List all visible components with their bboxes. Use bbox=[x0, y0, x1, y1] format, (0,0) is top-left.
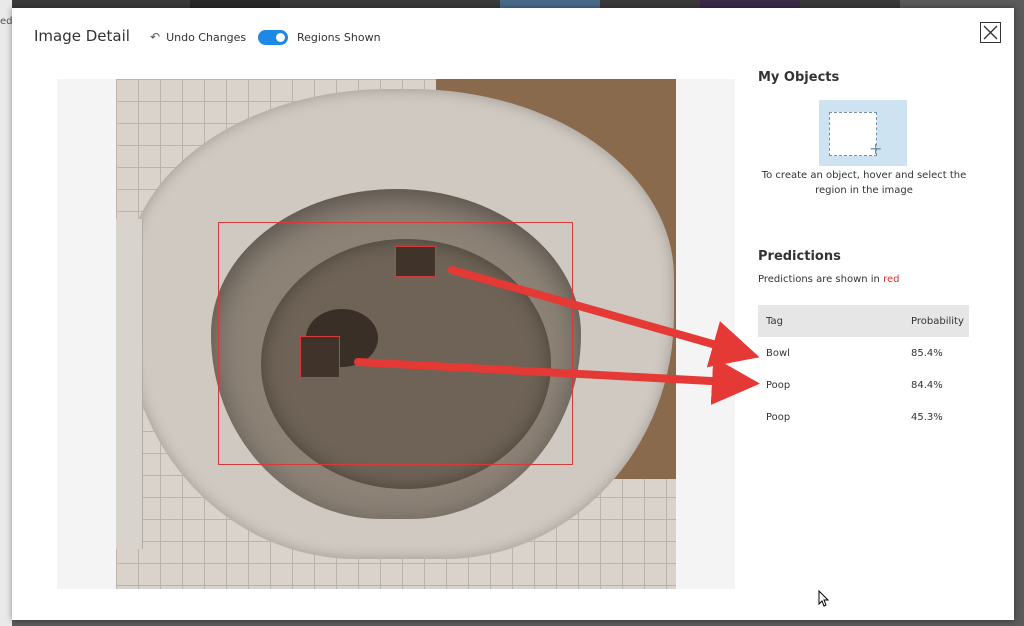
background-text: ed bbox=[0, 16, 13, 27]
tag-cell: Bowl bbox=[766, 347, 790, 359]
table-row[interactable]: Poop 45.3% bbox=[758, 401, 969, 433]
predictions-note-color: red bbox=[883, 274, 900, 285]
column-header-tag[interactable]: Tag bbox=[758, 305, 911, 337]
tag-cell: Poop bbox=[766, 379, 791, 391]
regions-shown-toggle-group: Regions Shown bbox=[258, 30, 381, 45]
create-object-button[interactable]: + bbox=[819, 100, 907, 166]
table-header-row: Tag Probability bbox=[758, 305, 969, 337]
probability-cell: 85.4% bbox=[911, 347, 943, 359]
probability-cell: 84.4% bbox=[911, 379, 943, 391]
tag-cell: Poop bbox=[766, 411, 791, 423]
create-object-hint: To create an object, hover and select th… bbox=[761, 170, 967, 196]
regions-shown-toggle[interactable] bbox=[258, 30, 288, 45]
regions-shown-label: Regions Shown bbox=[297, 31, 381, 44]
undo-changes-label: Undo Changes bbox=[166, 30, 247, 44]
image-viewer bbox=[57, 79, 735, 589]
prediction-region-poop-1[interactable] bbox=[395, 246, 436, 277]
undo-changes-button[interactable]: ↶ Undo Changes bbox=[150, 30, 246, 44]
image-detail-modal: Image Detail ↶ Undo Changes Regions Show… bbox=[12, 8, 1014, 620]
probability-cell: 45.3% bbox=[911, 411, 943, 423]
table-row[interactable]: Bowl 85.4% bbox=[758, 337, 969, 369]
toilet-lid-edge bbox=[116, 219, 143, 549]
toilet-photo bbox=[116, 79, 676, 589]
column-header-probability[interactable]: Probability bbox=[911, 305, 969, 337]
side-panel: My Objects + To create an object, hover … bbox=[758, 8, 1014, 620]
table-row[interactable]: Poop 84.4% bbox=[758, 369, 969, 401]
mouse-cursor-icon bbox=[818, 590, 830, 607]
my-objects-title: My Objects bbox=[758, 70, 840, 85]
predictions-note: Predictions are shown in red bbox=[758, 274, 899, 285]
predictions-title: Predictions bbox=[758, 249, 841, 264]
background-page-edge: ed bbox=[0, 0, 13, 626]
modal-title: Image Detail bbox=[34, 27, 130, 45]
predictions-note-text: Predictions are shown in bbox=[758, 274, 884, 285]
plus-icon: + bbox=[869, 139, 883, 158]
prediction-region-poop-2[interactable] bbox=[300, 336, 340, 378]
predictions-table: Tag Probability Bowl 85.4% Poop 84.4% Po… bbox=[758, 305, 969, 433]
undo-icon: ↶ bbox=[150, 30, 161, 44]
toggle-knob bbox=[276, 33, 285, 42]
